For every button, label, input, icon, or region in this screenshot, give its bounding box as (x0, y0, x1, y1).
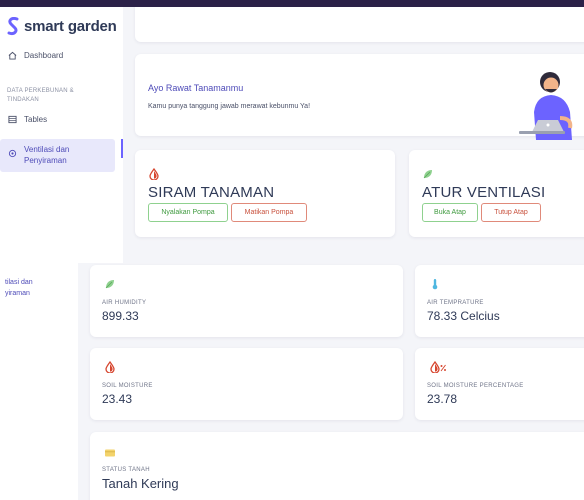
home-icon (8, 51, 17, 60)
stats-screen: tilasi dan yiraman AIR HUMIDITY 899.33 A… (0, 263, 584, 500)
atur-ventilasi-card: ATUR VENTILASI Buka Atap Tutup Atap (409, 150, 584, 237)
leaf-icon (105, 280, 114, 289)
tutup-atap-button[interactable]: Tutup Atap (481, 203, 541, 222)
sidebar-item-label: Ventilasi dan Penyiraman (24, 145, 70, 165)
soil-moisture-card: SOIL MOISTURE 23.43 (90, 348, 403, 420)
table-icon (8, 115, 17, 124)
sidebar-item-content: Ventilasi dan Penyiraman (8, 144, 94, 166)
stat-value: 78.33 Celcius (427, 309, 500, 323)
card-icon (105, 449, 115, 457)
active-indicator (121, 139, 123, 158)
soil-moisture-percentage-card: SOIL MOISTURE PERCENTAGE 23.78 (415, 348, 584, 420)
brand[interactable]: smart garden (7, 17, 117, 36)
stat-value: 899.33 (102, 309, 139, 323)
settings-icon (8, 149, 17, 158)
leaf-icon (423, 170, 432, 179)
stat-value: Tanah Kering (102, 476, 179, 491)
sidebar-item-ventilasi[interactable]: Ventilasi dan Penyiraman (0, 139, 115, 172)
air-humidity-card: AIR HUMIDITY 899.33 (90, 265, 403, 337)
stat-label: STATUS TANAH (102, 467, 150, 473)
main-screen: smart garden Dashboard DATA PERKEBUNAN &… (0, 7, 584, 263)
water-drop-icon (149, 168, 159, 180)
stat-label: AIR HUMIDITY (102, 300, 147, 306)
ventilasi-title: ATUR VENTILASI (422, 184, 546, 201)
brand-logo-icon (7, 17, 19, 35)
banner-title: Ayo Rawat Tanamanmu (148, 83, 244, 93)
sidebar-item-dashboard[interactable]: Dashboard (8, 51, 63, 60)
sidebar-item-label[interactable]: tilasi dan yiraman (5, 277, 33, 299)
stat-value: 23.43 (102, 392, 133, 406)
person-laptop-illustration (519, 72, 573, 140)
drop-percent-icon (430, 361, 446, 373)
sidebar-item-label: Dashboard (24, 51, 64, 60)
stat-label: SOIL MOISTURE PERCENTAGE (427, 383, 524, 389)
sidebar-cropped: tilasi dan yiraman (0, 263, 78, 500)
siram-title: SIRAM TANAMAN (148, 184, 275, 201)
stat-label: SOIL MOISTURE (102, 383, 153, 389)
stat-value: 23.78 (427, 392, 458, 406)
siram-tanaman-card: SIRAM TANAMAN Nyalakan Pompa Matikan Pom… (135, 150, 395, 237)
sidebar: smart garden Dashboard DATA PERKEBUNAN &… (0, 7, 123, 263)
sidebar-item-label: Tables (24, 115, 48, 124)
sidebar-section-label: DATA PERKEBUNAN & TINDAKAN (7, 88, 74, 103)
thermometer-icon (432, 279, 438, 290)
matikan-pompa-button[interactable]: Matikan Pompa (231, 203, 307, 222)
status-tanah-card: STATUS TANAH Tanah Kering (90, 432, 584, 500)
brand-name: smart garden (24, 18, 117, 35)
stat-label: AIR TEMPRATURE (427, 300, 484, 306)
top-card (135, 7, 584, 42)
nyalakan-pompa-button[interactable]: Nyalakan Pompa (148, 203, 228, 222)
water-drop-icon (105, 361, 115, 373)
buka-atap-button[interactable]: Buka Atap (422, 203, 478, 222)
banner-subtitle: Kamu punya tanggung jawab merawat kebunm… (148, 103, 311, 110)
air-temperature-card: AIR TEMPRATURE 78.33 Celcius (415, 265, 584, 337)
sidebar-item-tables[interactable]: Tables (8, 115, 47, 124)
